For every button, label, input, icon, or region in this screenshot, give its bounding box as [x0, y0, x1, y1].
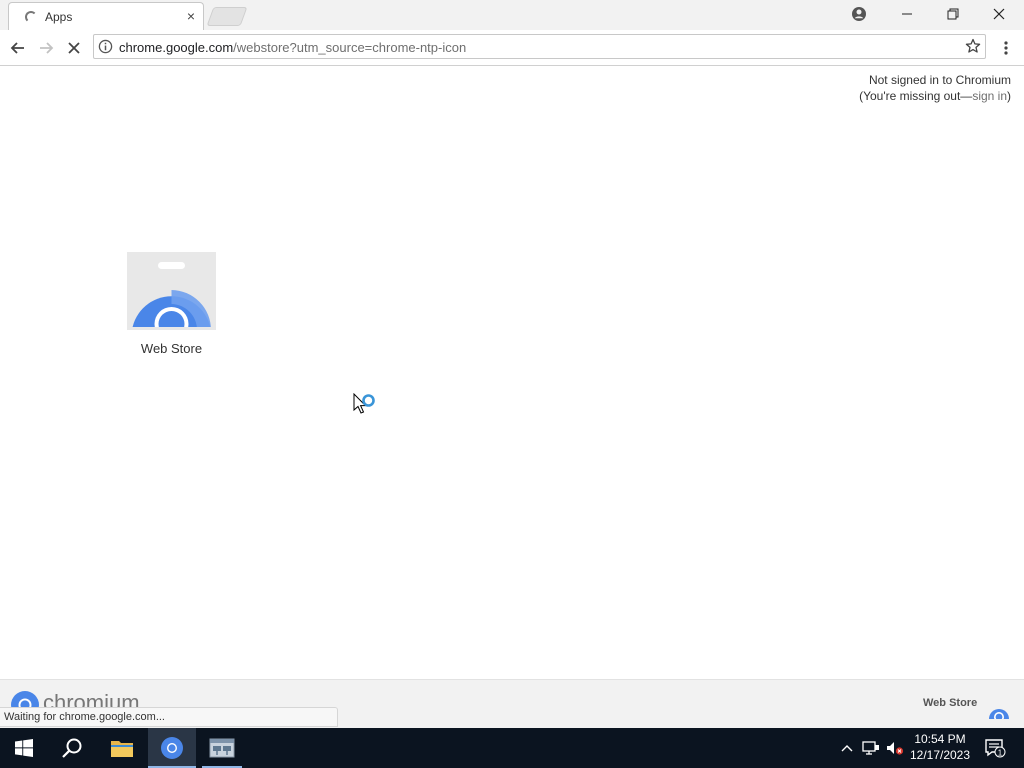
search-button[interactable] [48, 728, 96, 768]
profile-icon[interactable] [836, 0, 882, 28]
url-host: chrome.google.com [119, 40, 234, 55]
taskbar-clock[interactable]: 10:54 PM 12/17/2023 [906, 731, 974, 763]
windows-taskbar: 10:54 PM 12/17/2023 1 [0, 728, 1024, 768]
search-icon [62, 738, 82, 758]
file-explorer-button[interactable] [98, 728, 146, 768]
show-hidden-icons-button[interactable] [838, 728, 856, 768]
folder-icon [111, 741, 133, 757]
webstore-small-icon[interactable] [988, 697, 1010, 719]
network-window-icon [209, 738, 235, 758]
windows-logo-icon [15, 739, 33, 757]
site-info-icon[interactable] [98, 39, 113, 57]
browser-toolbar: chrome.google.com/webstore?utm_source=ch… [0, 30, 1024, 66]
restore-button[interactable] [930, 0, 976, 28]
bookmark-star-icon[interactable] [965, 38, 981, 57]
signin-notice: Not signed in to Chromium (You're missin… [859, 72, 1011, 104]
webstore-icon [127, 252, 216, 330]
address-bar[interactable]: chrome.google.com/webstore?utm_source=ch… [93, 34, 986, 59]
stop-icon [68, 42, 80, 54]
app-tile-web-store[interactable]: Web Store [120, 248, 223, 364]
forward-button[interactable] [33, 35, 59, 61]
footer-webstore-link[interactable]: Web Store [923, 697, 977, 709]
app-label: Web Store [140, 341, 203, 356]
back-arrow-icon [10, 42, 24, 54]
notification-count: 1 [998, 748, 1003, 757]
clock-time: 10:54 PM [914, 732, 966, 746]
busy-cursor-icon [353, 393, 375, 414]
url-path: /webstore?utm_source=chrome-ntp-icon [233, 40, 467, 55]
menu-icon[interactable] [998, 39, 1014, 57]
volume-muted-icon[interactable] [884, 728, 906, 768]
url-text[interactable]: chrome.google.com/webstore?utm_source=ch… [119, 40, 466, 55]
tab-close-icon[interactable]: × [187, 8, 195, 24]
chromium-app-icon [161, 737, 183, 759]
minimize-button[interactable] [884, 0, 930, 28]
loading-spinner-icon [25, 11, 37, 23]
signin-status: Not signed in to Chromium [868, 73, 1011, 87]
new-tab-button[interactable] [206, 7, 248, 26]
chromium-taskbar-button[interactable] [148, 728, 196, 768]
start-button[interactable] [0, 728, 48, 768]
forward-arrow-icon [40, 42, 54, 54]
back-button[interactable] [5, 35, 31, 61]
tab-apps[interactable]: Apps × [8, 2, 204, 30]
stop-loading-button[interactable] [61, 35, 87, 61]
action-center-button[interactable]: 1 [978, 728, 1012, 768]
notification-icon: 1 [985, 739, 1006, 758]
network-tray-icon[interactable] [860, 728, 882, 768]
clock-date: 12/17/2023 [909, 748, 971, 762]
status-bubble: Waiting for chrome.google.com... [0, 707, 338, 727]
signin-prompt: (You're missing out—sign in) [859, 89, 1011, 103]
chevron-up-icon [841, 745, 853, 752]
close-window-button[interactable] [976, 0, 1022, 28]
sign-in-link[interactable]: sign in [972, 89, 1007, 103]
tab-title: Apps [45, 10, 73, 24]
tab-strip: Apps × [0, 0, 1024, 30]
network-app-taskbar-button[interactable] [198, 728, 246, 768]
